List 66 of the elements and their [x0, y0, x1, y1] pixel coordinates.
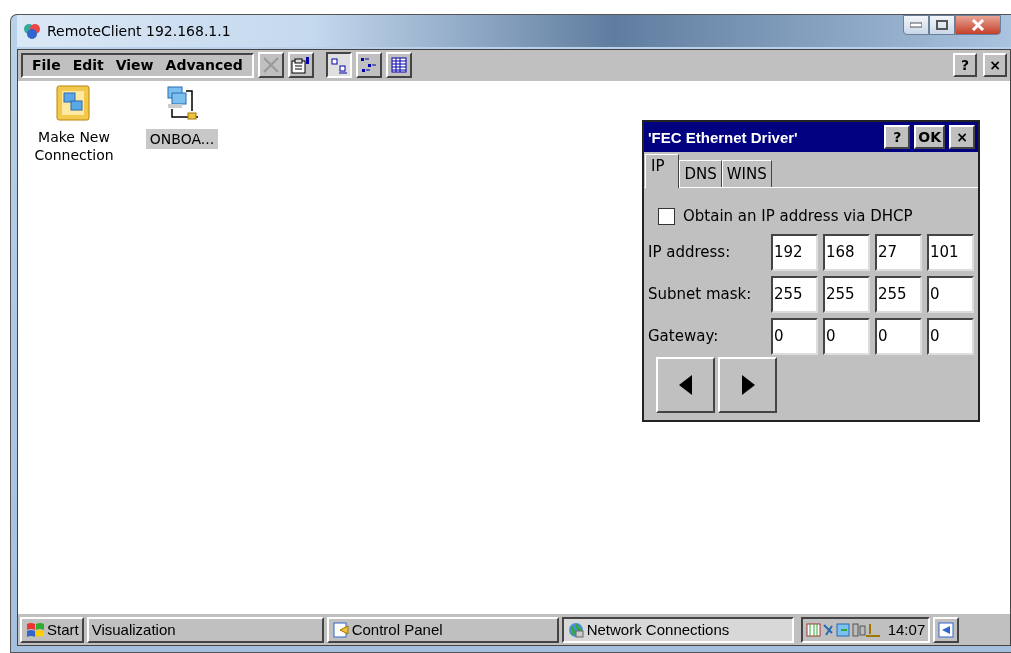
small-icons-button[interactable]	[355, 52, 382, 78]
help-button[interactable]: ?	[953, 53, 977, 77]
dialog-title: 'FEC Ethernet Driver'	[648, 128, 799, 146]
small-icons-icon	[358, 55, 379, 75]
menu-item[interactable]: File	[26, 57, 67, 73]
large-icons-icon	[328, 55, 349, 75]
close-button[interactable]: ×	[949, 125, 975, 149]
taskbar-button[interactable]: Visualization	[86, 616, 324, 643]
taskbar-button[interactable]: Network Connections	[561, 616, 794, 643]
menu-item[interactable]: View	[109, 57, 160, 73]
octet-field[interactable]: 0	[771, 317, 818, 355]
octet-field[interactable]: 0	[927, 317, 974, 355]
ok-button[interactable]: OK	[914, 125, 945, 149]
control-panel-icon	[331, 620, 350, 639]
octet-field[interactable]: 168	[823, 233, 870, 271]
details-icon	[388, 55, 409, 75]
details-button[interactable]	[385, 52, 412, 78]
right-triangle-icon	[740, 375, 755, 395]
app-icon	[23, 22, 41, 40]
help-button[interactable]: ?	[884, 125, 911, 149]
tab[interactable]: DNS	[679, 160, 722, 187]
octet-field[interactable]: 192	[771, 233, 818, 271]
checkbox[interactable]	[658, 207, 675, 225]
field-label: Subnet mask:	[648, 285, 753, 303]
octet-field[interactable]: 0	[823, 317, 870, 355]
large-icons-button[interactable]	[325, 52, 352, 78]
tab[interactable]: IP	[645, 154, 680, 188]
window-title: RemoteClient 192.168.1.1	[47, 23, 231, 39]
tab[interactable]: WINS	[721, 160, 772, 187]
icon-label[interactable]: Make New Connection	[30, 127, 118, 165]
checkbox-label: Obtain an IP address via DHCP	[683, 207, 913, 225]
field-label: Gateway:	[648, 327, 720, 345]
menu-item[interactable]: Edit	[66, 57, 110, 73]
menu-item[interactable]: Advanced	[159, 57, 249, 73]
delete-icon	[260, 55, 281, 75]
octet-field[interactable]: 27	[875, 233, 922, 271]
globe-icon	[566, 620, 585, 639]
octet-field[interactable]: 101	[927, 233, 974, 271]
start-button[interactable]: Start	[20, 616, 84, 643]
close-button[interactable]: ×	[983, 53, 1007, 77]
previous-button[interactable]	[656, 357, 715, 413]
properties-button[interactable]	[287, 52, 314, 78]
tray-icons-drawing[interactable]	[805, 620, 882, 639]
octet-field[interactable]: 255	[823, 275, 870, 313]
octet-field[interactable]: 255	[875, 275, 922, 313]
octet-field[interactable]: 0	[875, 317, 922, 355]
close-icon	[971, 19, 985, 31]
properties-icon	[289, 55, 312, 75]
minimize-icon	[910, 22, 922, 28]
delete-button[interactable]	[257, 52, 284, 78]
icon-label[interactable]: ONBOA...	[145, 129, 219, 149]
maximize-button[interactable]	[929, 15, 955, 35]
maximize-icon	[936, 20, 948, 30]
folder-icon[interactable]	[55, 85, 93, 123]
next-button[interactable]	[718, 357, 777, 413]
octet-field[interactable]: 0	[927, 275, 974, 313]
desktop-icon	[938, 621, 955, 638]
left-triangle-icon	[678, 375, 693, 395]
desktop-button[interactable]	[933, 616, 960, 643]
taskbar-button[interactable]: Control Panel	[326, 616, 559, 643]
clock: 14:07	[887, 621, 926, 638]
octet-field[interactable]: 255	[771, 275, 818, 313]
windows-flag-icon	[25, 620, 45, 639]
minimize-button[interactable]	[903, 15, 929, 35]
field-label: IP address:	[648, 243, 732, 261]
close-button[interactable]	[955, 15, 1001, 35]
